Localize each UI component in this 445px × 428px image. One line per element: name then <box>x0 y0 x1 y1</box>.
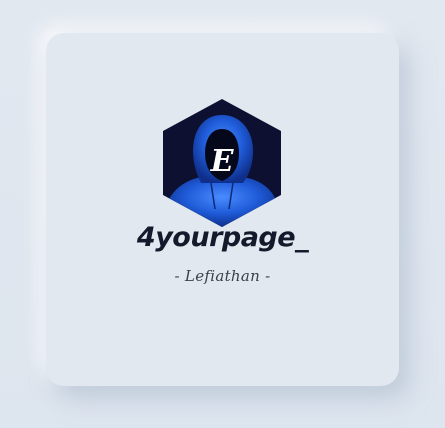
brand-name: 4yourpage_ <box>136 222 309 253</box>
page: E 4yourpage_ - Lefiathan - <box>0 0 445 428</box>
tagline: - Lefiathan - <box>174 267 271 285</box>
hooded-figure-icon: E <box>163 99 281 227</box>
logo: E <box>163 99 281 227</box>
logo-monogram: E <box>210 144 235 179</box>
